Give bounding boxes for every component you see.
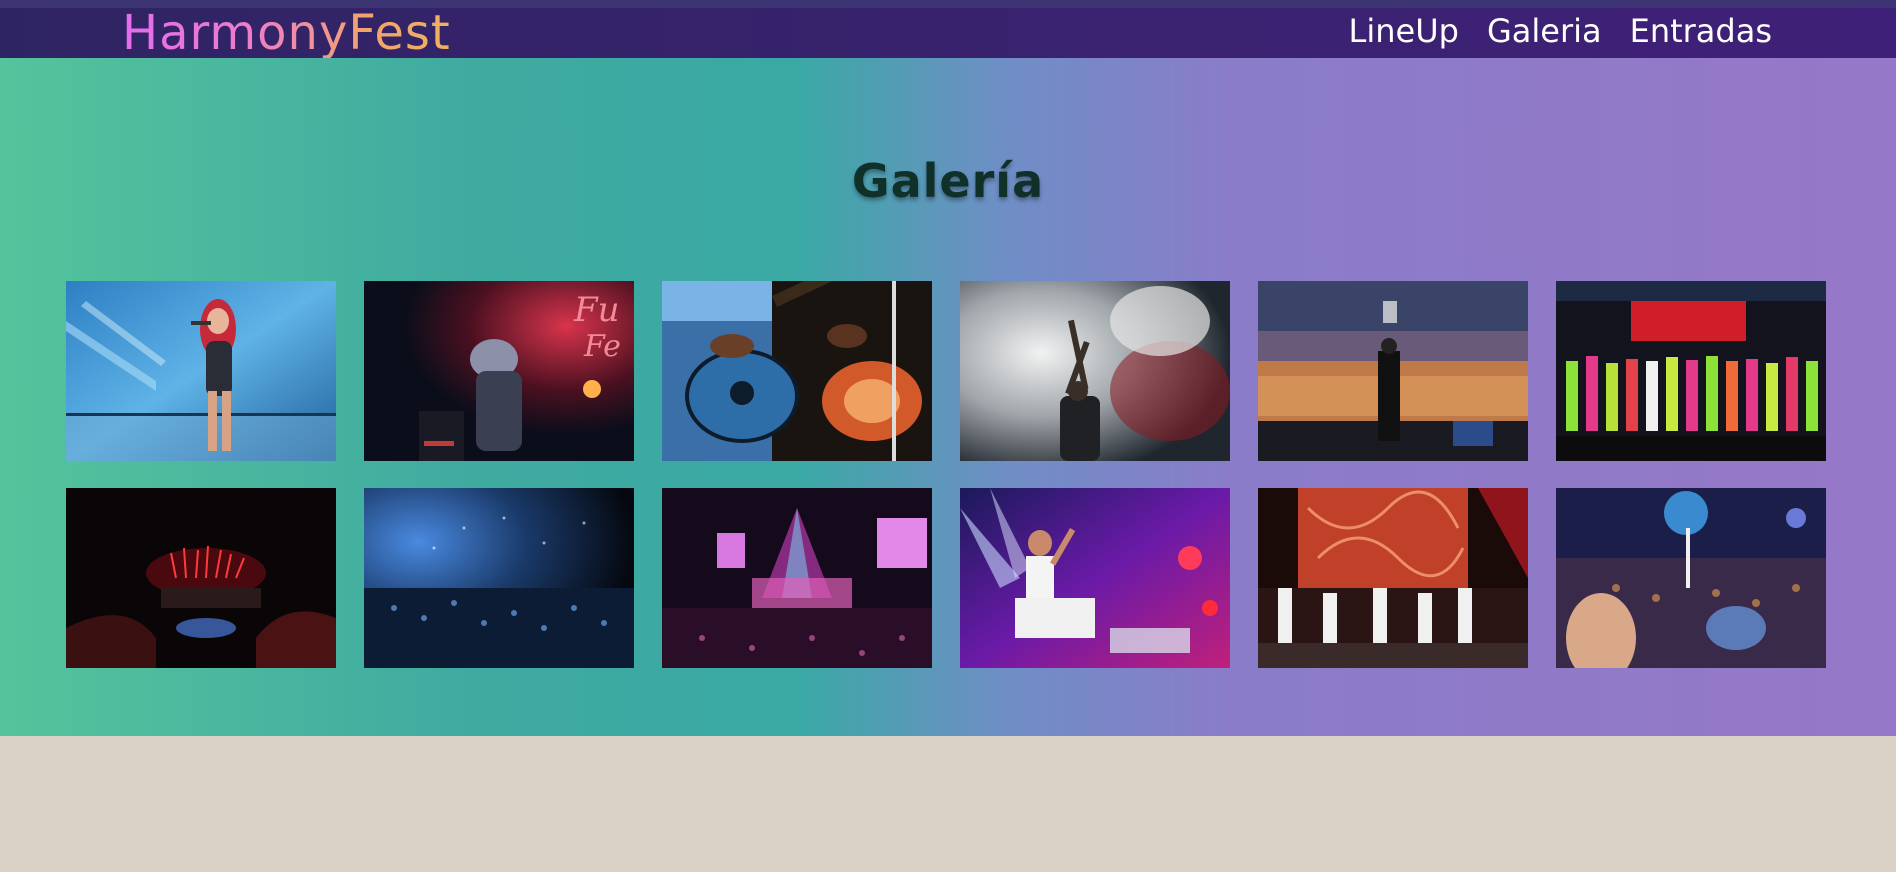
- singer-dark-stage-photo[interactable]: Fu Fe: [364, 281, 634, 461]
- guitarists-photo[interactable]: [662, 281, 932, 461]
- nav-link-galeria[interactable]: Galeria: [1487, 12, 1602, 50]
- smoke-performer-photo[interactable]: [960, 281, 1230, 461]
- nav-link-entradas[interactable]: Entradas: [1630, 12, 1772, 50]
- gallery-title: Galería: [851, 154, 1045, 208]
- pink-lights-stage-photo[interactable]: [662, 488, 932, 668]
- fire-screen-band-photo[interactable]: [1258, 488, 1528, 668]
- dancers-stage-photo[interactable]: [1556, 281, 1826, 461]
- singer-purple-lights-photo[interactable]: [960, 488, 1230, 668]
- fireworks-stage-photo[interactable]: [66, 488, 336, 668]
- navbar: HarmonyFest LineUp Galeria Entradas: [0, 0, 1896, 61]
- svg-text:Fe: Fe: [583, 329, 621, 364]
- gallery-section: Galería Fu Fe: [0, 58, 1896, 736]
- photo-grid: Fu Fe: [66, 281, 1826, 668]
- planet-stage-photo[interactable]: [1556, 488, 1826, 668]
- site-logo[interactable]: HarmonyFest: [122, 4, 451, 62]
- footer-area: [0, 736, 1896, 872]
- nav-links: LineUp Galeria Entradas: [1349, 2, 1772, 60]
- svg-text:Fu: Fu: [573, 290, 620, 330]
- singer-red-hair-photo[interactable]: [66, 281, 336, 461]
- nav-link-lineup[interactable]: LineUp: [1349, 12, 1459, 50]
- stadium-crowd-photo[interactable]: [1258, 281, 1528, 461]
- blue-crowd-photo[interactable]: [364, 488, 634, 668]
